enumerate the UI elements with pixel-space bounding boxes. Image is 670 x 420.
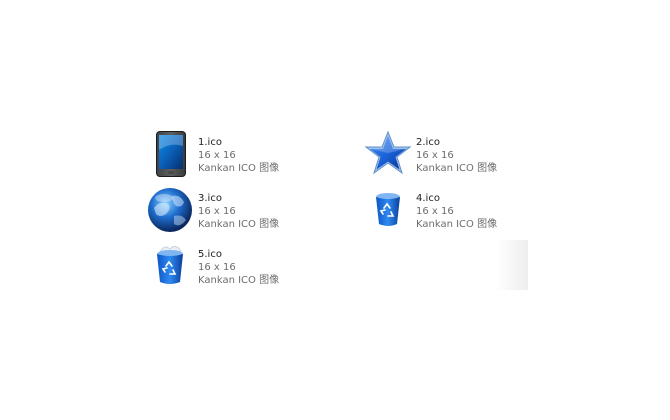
file-type: Kankan ICO 图像	[198, 219, 280, 230]
file-type: Kankan ICO 图像	[416, 219, 498, 230]
file-name: 1.ico	[198, 137, 222, 148]
file-name: 2.ico	[416, 137, 440, 148]
file-item-2-ico[interactable]: 2.ico 16 x 16 Kankan ICO 图像	[364, 128, 554, 180]
file-item-5-ico[interactable]: 5.ico 16 x 16 Kankan ICO 图像	[146, 240, 336, 292]
file-dimensions: 16 x 16	[416, 206, 454, 217]
file-item-3-ico[interactable]: 3.ico 16 x 16 Kankan ICO 图像	[146, 184, 336, 236]
file-item-1-ico[interactable]: 1.ico 16 x 16 Kankan ICO 图像	[146, 128, 336, 180]
tablet-icon	[146, 128, 198, 180]
file-type: Kankan ICO 图像	[198, 275, 280, 286]
star-icon	[364, 128, 416, 180]
file-dimensions: 16 x 16	[416, 150, 454, 161]
file-type: Kankan ICO 图像	[198, 163, 280, 174]
globe-icon	[146, 184, 198, 236]
recycle-bin-full-icon	[146, 240, 198, 292]
file-item-4-ico[interactable]: 4.ico 16 x 16 Kankan ICO 图像	[364, 184, 554, 236]
file-name: 3.ico	[198, 193, 222, 204]
file-name: 4.ico	[416, 193, 440, 204]
file-dimensions: 16 x 16	[198, 262, 236, 273]
file-dimensions: 16 x 16	[198, 206, 236, 217]
recycle-bin-icon	[364, 184, 416, 236]
edge-shadow	[496, 240, 528, 290]
file-dimensions: 16 x 16	[198, 150, 236, 161]
file-name: 5.ico	[198, 249, 222, 260]
file-type: Kankan ICO 图像	[416, 163, 498, 174]
